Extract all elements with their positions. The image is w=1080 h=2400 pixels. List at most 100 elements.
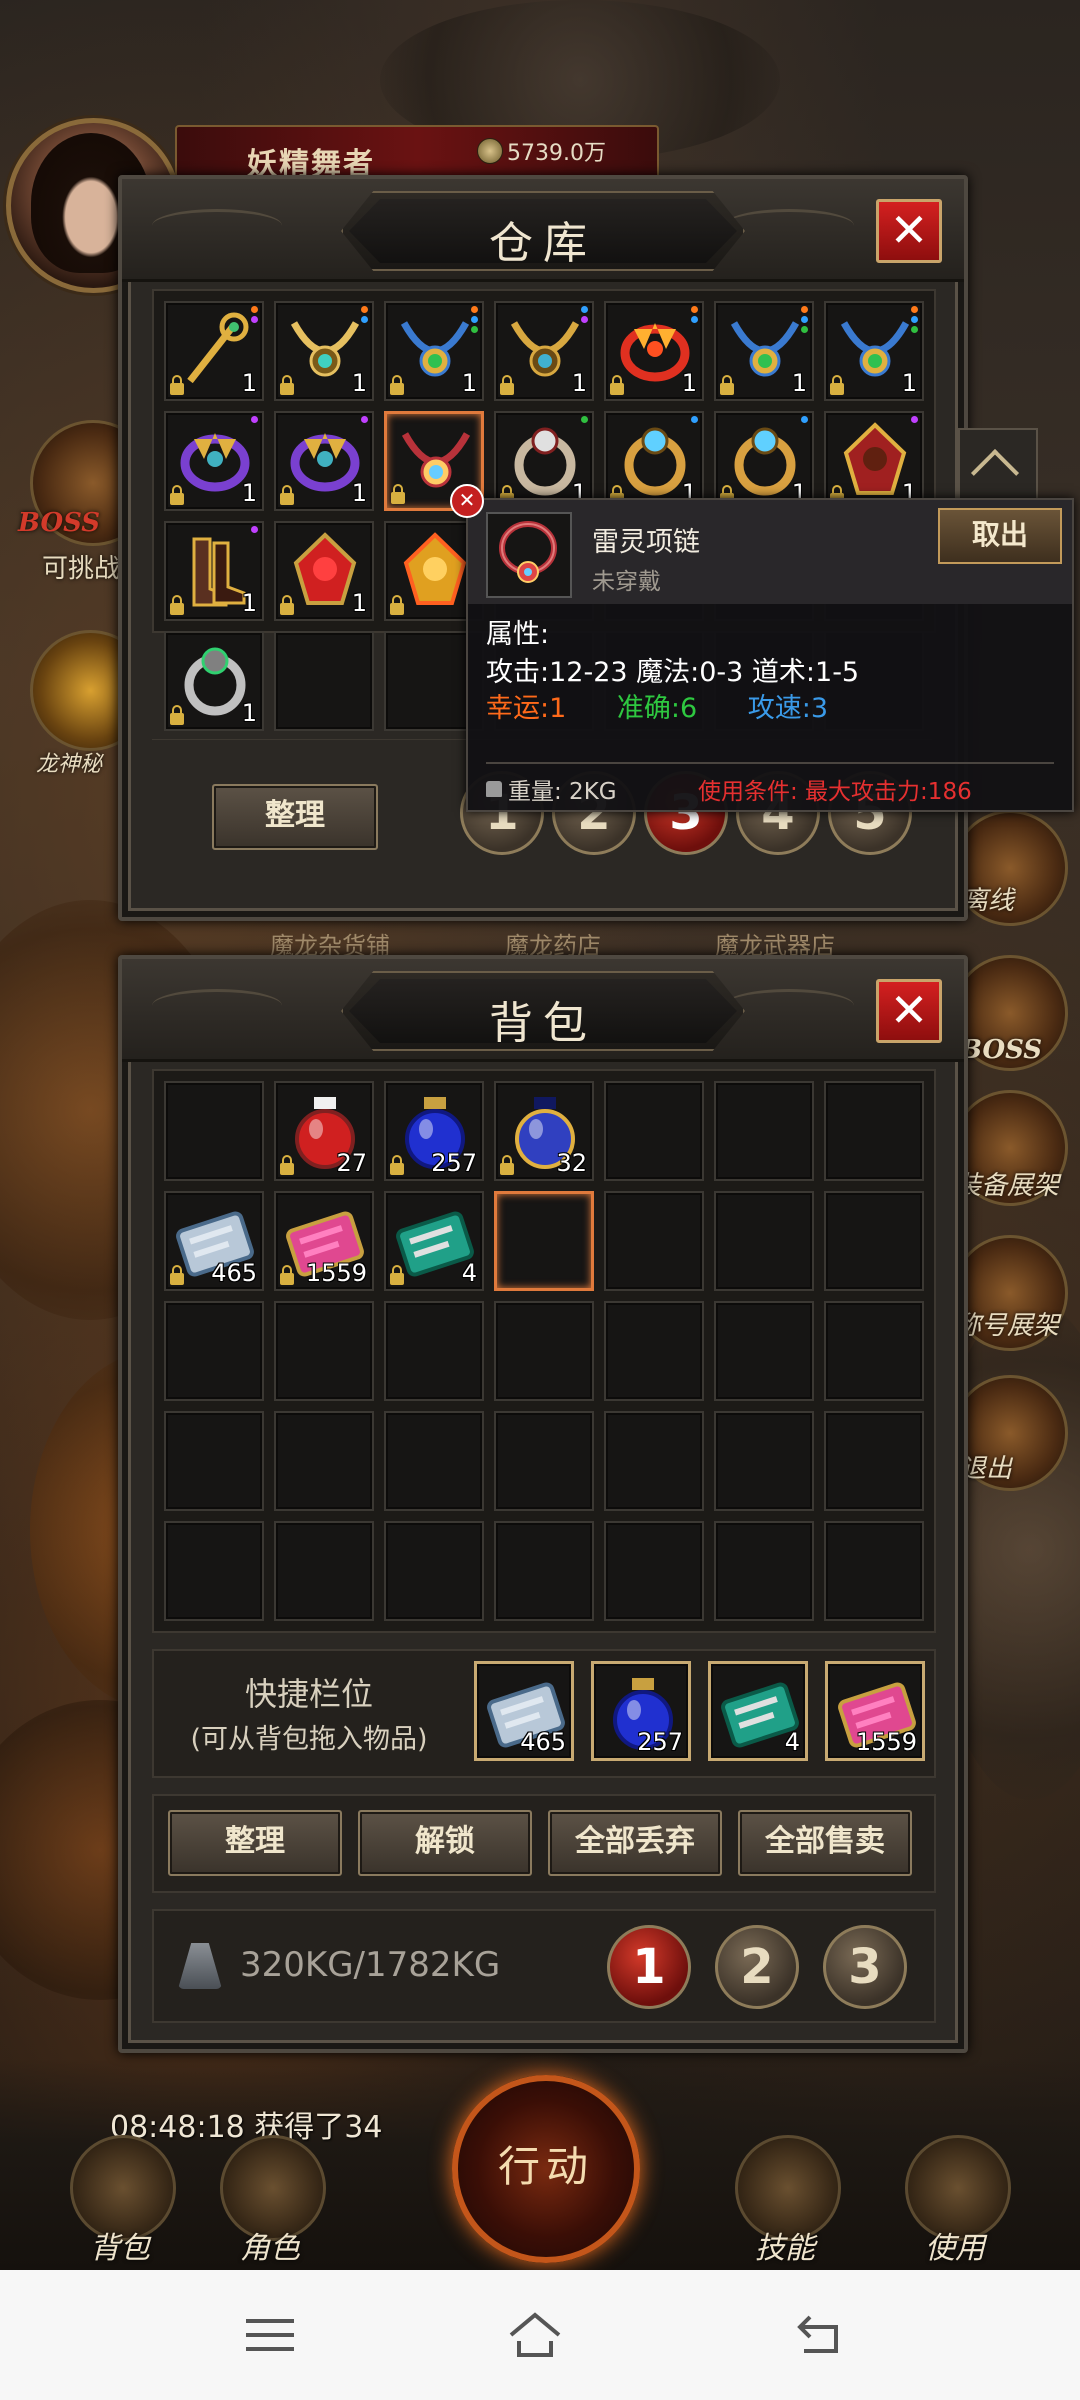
item-count: 1559 <box>305 1259 367 1287</box>
system-nav-bar <box>0 2270 1080 2400</box>
item-count: 1 <box>351 369 367 397</box>
warehouse-item-slot[interactable]: 1 <box>164 411 264 511</box>
item-count: 465 <box>211 1259 257 1287</box>
discard-all-button[interactable]: 全部丢弃 <box>548 1810 722 1876</box>
quality-dot <box>911 326 918 333</box>
warehouse-item-slot[interactable]: 1 <box>494 411 594 511</box>
warehouse-item-slot[interactable]: 1 <box>274 521 374 621</box>
warehouse-empty-slot[interactable] <box>274 631 374 731</box>
backpack-item-slot[interactable]: 27 <box>274 1081 374 1181</box>
lock-icon <box>720 375 734 395</box>
backpack-empty-slot[interactable] <box>604 1301 704 1401</box>
backpack-unlock-button[interactable]: 解锁 <box>358 1810 532 1876</box>
item-count: 257 <box>637 1728 683 1756</box>
backpack-empty-slot[interactable] <box>824 1521 924 1621</box>
backpack-empty-slot[interactable] <box>164 1301 264 1401</box>
item-count: 1 <box>351 479 367 507</box>
tooltip-close-icon[interactable]: ✕ <box>450 484 484 518</box>
backpack-item-slot[interactable]: 257 <box>384 1081 484 1181</box>
backpack-empty-slot[interactable] <box>164 1081 264 1181</box>
back-icon[interactable] <box>790 2305 850 2365</box>
quick-slot-4[interactable]: 1559 <box>825 1661 925 1761</box>
scroll-up-button[interactable] <box>958 428 1038 502</box>
backpack-empty-slot[interactable] <box>714 1411 814 1511</box>
backpack-empty-slot[interactable] <box>714 1191 814 1291</box>
backpack-page-2[interactable]: 2 <box>715 1925 799 2009</box>
backpack-empty-slot[interactable] <box>824 1191 924 1291</box>
item-count: 4 <box>784 1728 800 1756</box>
backpack-empty-slot[interactable] <box>494 1191 594 1291</box>
warehouse-item-slot[interactable]: 1 <box>274 411 374 511</box>
warehouse-item-slot[interactable]: 1 <box>164 301 264 401</box>
backpack-empty-slot[interactable] <box>824 1411 924 1511</box>
item-count: 27 <box>336 1149 367 1177</box>
tooltip-separator <box>486 762 1054 764</box>
backpack-empty-slot[interactable] <box>604 1191 704 1291</box>
backpack-empty-slot[interactable] <box>604 1411 704 1511</box>
backpack-empty-slot[interactable] <box>604 1521 704 1621</box>
warehouse-item-slot[interactable]: 1 <box>164 521 264 621</box>
backpack-empty-slot[interactable] <box>714 1521 814 1621</box>
ornament-right-icon <box>724 989 854 1022</box>
backpack-empty-slot[interactable] <box>164 1411 264 1511</box>
backpack-empty-slot[interactable] <box>714 1081 814 1181</box>
bag-button[interactable]: 背包 <box>45 2135 195 2266</box>
quality-dot <box>471 326 478 333</box>
backpack-empty-slot[interactable] <box>274 1301 374 1401</box>
backpack-sort-button[interactable]: 整理 <box>168 1810 342 1876</box>
boss-label-left: BOSS <box>18 508 101 538</box>
quality-dot <box>251 416 258 423</box>
warehouse-item-slot[interactable]: 1 <box>494 301 594 401</box>
home-icon[interactable] <box>505 2305 565 2365</box>
backpack-empty-slot[interactable] <box>824 1301 924 1401</box>
quick-slot-2[interactable]: 257 <box>591 1661 691 1761</box>
backpack-page-1[interactable]: 1 <box>607 1925 691 2009</box>
warehouse-item-slot[interactable]: 1 <box>714 411 814 511</box>
backpack-empty-slot[interactable] <box>164 1521 264 1621</box>
warehouse-item-slot[interactable]: 1 <box>384 301 484 401</box>
sell-all-button[interactable]: 全部售卖 <box>738 1810 912 1876</box>
skills-button[interactable]: 技能 <box>710 2135 860 2266</box>
backpack-empty-slot[interactable] <box>824 1081 924 1181</box>
warehouse-close-button[interactable]: ✕ <box>876 199 942 263</box>
warehouse-sort-button[interactable]: 整理 <box>212 784 378 850</box>
menu-icon[interactable] <box>240 2305 300 2365</box>
warehouse-item-slot[interactable]: 1 <box>164 631 264 731</box>
backpack-item-slot[interactable]: 32 <box>494 1081 594 1181</box>
backpack-empty-slot[interactable] <box>714 1301 814 1401</box>
backpack-item-slot[interactable]: 1559 <box>274 1191 374 1291</box>
warehouse-item-slot[interactable]: 1 <box>604 411 704 511</box>
backpack-empty-slot[interactable] <box>384 1411 484 1511</box>
backpack-empty-slot[interactable] <box>604 1081 704 1181</box>
backpack-item-slot[interactable]: 465 <box>164 1191 264 1291</box>
lock-icon <box>610 375 624 395</box>
backpack-close-button[interactable]: ✕ <box>876 979 942 1043</box>
warehouse-item-slot[interactable]: 1 <box>604 301 704 401</box>
quality-dot <box>251 316 258 323</box>
backpack-empty-slot[interactable] <box>384 1301 484 1401</box>
warehouse-item-slot[interactable]: 1 <box>274 301 374 401</box>
warehouse-item-slot[interactable]: 1 <box>714 301 814 401</box>
backpack-empty-slot[interactable] <box>274 1411 374 1511</box>
character-label: 角色 <box>240 2231 300 2266</box>
backpack-empty-slot[interactable] <box>274 1521 374 1621</box>
warehouse-item-slot[interactable]: 1 <box>824 301 924 401</box>
quick-slot-1[interactable]: 465 <box>474 1661 574 1761</box>
quick-slot-3[interactable]: 4 <box>708 1661 808 1761</box>
warehouse-item-slot[interactable]: 1 <box>824 411 924 511</box>
quality-dots <box>911 416 919 426</box>
quick-bar-hint: (可从背包拖入物品) <box>190 1724 428 1755</box>
backpack-item-slot[interactable]: 4 <box>384 1191 484 1291</box>
backpack-page-3[interactable]: 3 <box>823 1925 907 2009</box>
backpack-empty-slot[interactable] <box>494 1521 594 1621</box>
backpack-empty-slot[interactable] <box>494 1301 594 1401</box>
character-button[interactable]: 角色 <box>195 2135 345 2266</box>
take-out-button[interactable]: 取出 <box>938 508 1062 564</box>
action-main-button[interactable]: 行动 <box>452 2075 640 2263</box>
quality-dot <box>251 306 258 313</box>
backpack-empty-slot[interactable] <box>494 1411 594 1511</box>
ornament-left-icon <box>152 209 282 242</box>
ornament-right-icon <box>724 209 854 242</box>
use-button[interactable]: 使用 <box>880 2135 1030 2266</box>
backpack-empty-slot[interactable] <box>384 1521 484 1621</box>
